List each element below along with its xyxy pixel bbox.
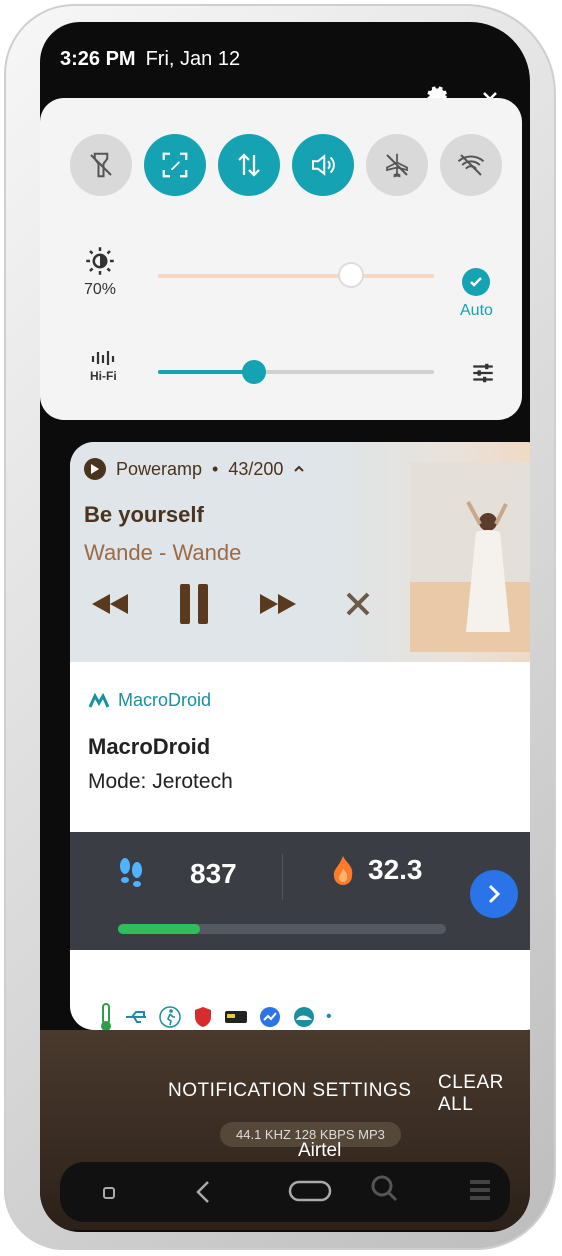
mobile-data-toggle[interactable] <box>218 134 280 196</box>
footsteps-icon <box>120 858 142 887</box>
macrodroid-mode: Mode: Jerotech <box>88 770 233 793</box>
fast-forward-icon[interactable] <box>258 590 298 618</box>
quick-settings-panel: 70% Auto Hi-Fi <box>40 98 522 420</box>
sound-toggle[interactable] <box>292 134 354 196</box>
back-icon[interactable] <box>196 1181 209 1203</box>
media-notification[interactable]: Poweramp • 43/200 Be yourself Wande - Wa… <box>70 442 530 662</box>
wifi-off-icon <box>457 154 485 176</box>
media-artist: Wande - Wande <box>84 540 242 565</box>
flame-icon <box>333 856 353 885</box>
clear-all-button[interactable]: CLEAR ALL <box>438 1072 530 1116</box>
thermometer-icon <box>101 1003 111 1030</box>
media-separator: • <box>212 458 219 479</box>
close-icon[interactable] <box>344 590 372 618</box>
poweramp-app-icon <box>84 458 106 480</box>
fitness-open-button[interactable] <box>470 870 518 918</box>
collapse-chevron-icon[interactable] <box>293 464 305 474</box>
airplane-toggle[interactable] <box>366 134 428 196</box>
check-icon <box>462 268 491 296</box>
navigation-bar <box>60 1162 510 1222</box>
notification-panel: Poweramp • 43/200 Be yourself Wande - Wa… <box>70 442 530 1030</box>
brightness-indicator: 70% <box>84 246 116 299</box>
status-date: Fri, Jan 12 <box>145 48 241 70</box>
auto-brightness-toggle[interactable]: Auto <box>460 268 493 320</box>
menu-icon[interactable] <box>470 1180 490 1200</box>
weather-app-icon <box>294 1007 314 1027</box>
shield-icon <box>195 1007 211 1027</box>
quick-toggles <box>70 134 502 196</box>
brightness-slider-track[interactable] <box>158 274 434 278</box>
home-icon[interactable] <box>288 1180 332 1202</box>
usb-icon <box>126 1011 146 1023</box>
media-title: Be yourself <box>84 502 204 527</box>
rewind-icon[interactable] <box>90 590 130 618</box>
calories-block: 32.3 <box>330 854 423 886</box>
hifi-indicator: Hi-Fi <box>90 350 117 383</box>
hifi-wave-icon <box>92 351 115 365</box>
brightness-percent: 70% <box>84 281 117 298</box>
fitness-divider <box>282 854 283 900</box>
volume-slider-knob[interactable] <box>242 360 266 384</box>
media-controls <box>90 582 372 626</box>
status-bar: 3:26 PM Fri, Jan 12 <box>60 48 240 71</box>
flashlight-toggle[interactable] <box>70 134 132 196</box>
wifi-toggle[interactable] <box>440 134 502 196</box>
screen-capture-toggle[interactable] <box>144 134 206 196</box>
media-app-name: Poweramp <box>116 458 203 479</box>
notification-settings-button[interactable]: NOTIFICATION SETTINGS <box>168 1080 411 1102</box>
chevron-right-icon <box>488 884 501 904</box>
flashlight-off-icon <box>90 152 112 178</box>
steps-block: 837 <box>116 856 237 892</box>
macrodroid-title[interactable]: MacroDroid <box>88 734 210 760</box>
equalizer-settings-icon[interactable] <box>470 360 496 391</box>
data-arrows-icon <box>238 153 260 177</box>
brightness-slider-knob[interactable] <box>340 264 362 286</box>
recents-icon[interactable] <box>103 1187 115 1199</box>
media-track-info: 43/200 <box>228 458 284 479</box>
speedometer-icon <box>260 1007 280 1027</box>
macrodroid-app-icon <box>88 692 110 708</box>
fitness-notification[interactable]: 837 32.3 <box>70 832 530 950</box>
hifi-label: Hi-Fi <box>90 369 117 383</box>
screenshot-edit-icon <box>162 152 188 178</box>
steps-count: 837 <box>190 858 237 889</box>
brightness-sun-icon <box>86 247 114 275</box>
walking-icon <box>159 1006 181 1028</box>
album-art-image <box>410 462 530 652</box>
pause-icon[interactable] <box>176 582 212 626</box>
airplane-off-icon <box>386 153 408 178</box>
speaker-icon <box>312 154 335 176</box>
auto-label: Auto <box>460 302 493 319</box>
phone-frame: 3:26 PM Fri, Jan 12 70% Auto Hi-Fi Power… <box>4 4 556 1250</box>
search-icon[interactable] <box>371 1175 398 1202</box>
macrodroid-app-name: MacroDroid <box>118 690 212 710</box>
media-header: Poweramp • 43/200 <box>84 458 305 480</box>
more-dot-icon: • <box>326 1008 332 1025</box>
status-time: 3:26 PM <box>60 48 136 70</box>
calories-value: 32.3 <box>368 854 423 885</box>
carrier-label: Airtel <box>298 1140 342 1161</box>
steps-progress-fill <box>118 924 200 934</box>
notification-icon-row: • <box>98 1002 332 1030</box>
screen: 3:26 PM Fri, Jan 12 70% Auto Hi-Fi Power… <box>40 22 530 1232</box>
card-icon <box>225 1011 247 1023</box>
volume-slider-fill <box>158 370 254 374</box>
macrodroid-header: MacroDroid <box>88 690 211 711</box>
